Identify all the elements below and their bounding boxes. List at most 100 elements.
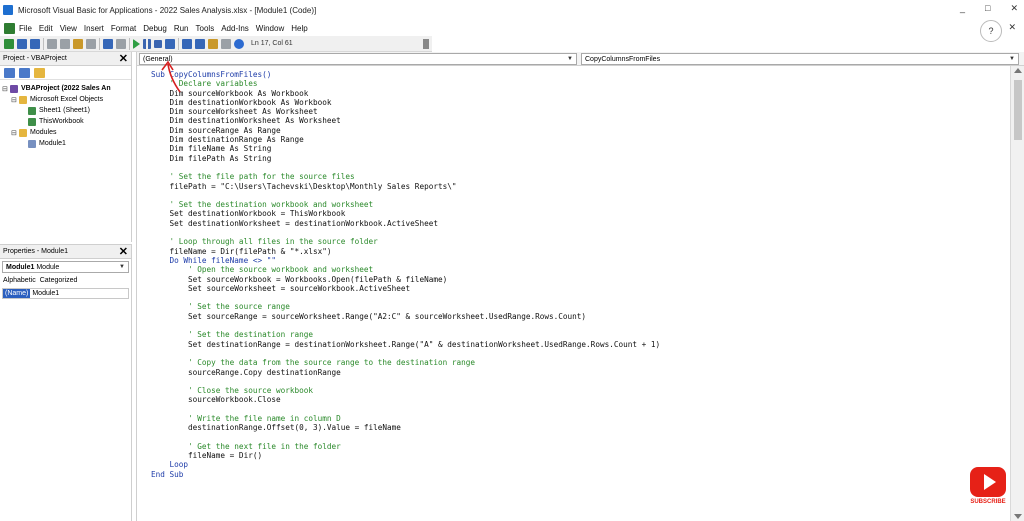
code-line[interactable]: Set sourceWorkbook = Workbooks.Open(file…	[151, 275, 1024, 284]
code-line[interactable]: Dim sourceWorksheet As Worksheet	[151, 107, 1024, 116]
code-line[interactable]	[151, 293, 1024, 302]
code-line[interactable]: ' Set the destination range	[151, 330, 1024, 339]
scroll-down-icon[interactable]	[1014, 514, 1022, 519]
code-line[interactable]	[151, 377, 1024, 386]
tree-item[interactable]: Sheet1 (Sheet1)	[2, 105, 129, 116]
close-icon[interactable]: ✕	[1010, 3, 1018, 14]
menu-format[interactable]: Format	[111, 24, 136, 33]
close-code-window-icon[interactable]: ✕	[1008, 22, 1016, 33]
view-code-icon[interactable]	[4, 67, 15, 78]
tab-categorized[interactable]: Categorized	[40, 277, 78, 284]
scrollbar-thumb[interactable]	[1014, 80, 1022, 140]
code-line[interactable]: Dim fileName As String	[151, 144, 1024, 153]
tab-alphabetic[interactable]: Alphabetic	[3, 277, 36, 284]
code-line[interactable]: Dim destinationRange As Range	[151, 135, 1024, 144]
toggle-folders-icon[interactable]	[34, 67, 45, 78]
code-line[interactable]: Sub CopyColumnsFromFiles()	[151, 70, 1024, 79]
design-mode-icon[interactable]	[165, 38, 175, 49]
tree-item[interactable]: ⊟ Modules	[2, 127, 129, 138]
view-object-icon[interactable]	[19, 67, 30, 78]
menu-addins[interactable]: Add-Ins	[221, 24, 249, 33]
code-line[interactable]	[151, 163, 1024, 172]
code-line[interactable]	[151, 349, 1024, 358]
code-line[interactable]: Loop	[151, 460, 1024, 469]
undo-icon[interactable]	[103, 38, 113, 49]
break-icon[interactable]	[143, 38, 151, 49]
menu-window[interactable]: Window	[256, 24, 284, 33]
code-line[interactable]: Dim sourceWorkbook As Workbook	[151, 89, 1024, 98]
code-line[interactable]: End Sub	[151, 470, 1024, 479]
code-line[interactable]: ' Open the source workbook and worksheet	[151, 265, 1024, 274]
reset-icon[interactable]	[154, 39, 162, 48]
code-line[interactable]: Set destinationRange = destinationWorksh…	[151, 340, 1024, 349]
object-dropdown[interactable]: (General) ▼	[139, 53, 577, 65]
view-excel-icon[interactable]	[4, 38, 14, 49]
code-line[interactable]: fileName = Dir(filePath & "*.xlsx")	[151, 247, 1024, 256]
redo-icon[interactable]	[116, 38, 126, 49]
toolbox-icon[interactable]	[221, 38, 231, 49]
code-line[interactable]: fileName = Dir()	[151, 451, 1024, 460]
code-line[interactable]: destinationRange.Offset(0, 3).Value = fi…	[151, 423, 1024, 432]
tree-expander-icon[interactable]: ⊟	[2, 85, 10, 93]
object-browser-icon[interactable]	[208, 38, 218, 49]
code-line[interactable]	[151, 321, 1024, 330]
code-line[interactable]: ' Set the source range	[151, 302, 1024, 311]
code-line[interactable]: ' Declare variables	[151, 79, 1024, 88]
code-line[interactable]: ' Get the next file in the folder	[151, 442, 1024, 451]
vertical-scrollbar[interactable]	[1010, 66, 1024, 521]
menu-insert[interactable]: Insert	[84, 24, 104, 33]
tree-item[interactable]: ⊟ VBAProject (2022 Sales An	[2, 83, 129, 94]
toolbar-grip[interactable]	[423, 39, 429, 49]
tree-expander-icon[interactable]: ⊟	[11, 129, 19, 137]
save-icon[interactable]	[30, 38, 40, 49]
tree-item[interactable]: ThisWorkbook	[2, 116, 129, 127]
code-line[interactable]: ' Write the file name in column D	[151, 414, 1024, 423]
code-line[interactable]: Set destinationWorksheet = destinationWo…	[151, 219, 1024, 228]
code-line[interactable]: Do While fileName <> ""	[151, 256, 1024, 265]
find-icon[interactable]	[86, 38, 96, 49]
tree-expander-icon[interactable]: ⊟	[11, 96, 19, 104]
cut-icon[interactable]	[47, 38, 57, 49]
excel-icon[interactable]	[4, 22, 15, 34]
menu-file[interactable]: File	[19, 24, 32, 33]
insert-module-icon[interactable]	[17, 38, 27, 49]
code-line[interactable]: Set sourceWorksheet = sourceWorkbook.Act…	[151, 284, 1024, 293]
help-circle-icon[interactable]	[234, 38, 244, 49]
menu-view[interactable]: View	[60, 24, 77, 33]
code-line[interactable]: ' Copy the data from the source range to…	[151, 358, 1024, 367]
property-value[interactable]: Module1	[30, 289, 61, 298]
run-icon[interactable]	[133, 38, 140, 49]
code-line[interactable]: ' Loop through all files in the source f…	[151, 237, 1024, 246]
project-explorer-icon[interactable]	[182, 38, 192, 49]
code-line[interactable]: ' Set the file path for the source files	[151, 172, 1024, 181]
help-icon[interactable]: ?	[980, 20, 1002, 42]
tree-item[interactable]: ⊟ Microsoft Excel Objects	[2, 94, 129, 105]
menu-debug[interactable]: Debug	[143, 24, 167, 33]
code-line[interactable]: Set destinationWorkbook = ThisWorkbook	[151, 209, 1024, 218]
object-select[interactable]: Module1 Module ▼	[2, 261, 129, 273]
code-line[interactable]: sourceRange.Copy destinationRange	[151, 368, 1024, 377]
code-line[interactable]: Dim destinationWorkbook As Workbook	[151, 98, 1024, 107]
scroll-up-icon[interactable]	[1014, 68, 1022, 73]
minimize-icon[interactable]: _	[960, 3, 965, 14]
menu-help[interactable]: Help	[291, 24, 307, 33]
subscribe-badge[interactable]: SUBSCRIBE	[966, 467, 1010, 511]
project-pane-close-icon[interactable]: ✕	[119, 52, 128, 65]
code-line[interactable]: Dim destinationWorksheet As Worksheet	[151, 116, 1024, 125]
code-line[interactable]: Set sourceRange = sourceWorksheet.Range(…	[151, 312, 1024, 321]
code-line[interactable]: sourceWorkbook.Close	[151, 395, 1024, 404]
menu-tools[interactable]: Tools	[196, 24, 215, 33]
tree-item[interactable]: Module1	[2, 138, 129, 149]
code-line[interactable]: filePath = "C:\Users\Tachevski\Desktop\M…	[151, 182, 1024, 191]
code-editor[interactable]: Sub CopyColumnsFromFiles() ' Declare var…	[137, 66, 1024, 479]
code-line[interactable]	[151, 191, 1024, 200]
code-line[interactable]: Dim filePath As String	[151, 154, 1024, 163]
code-line[interactable]: ' Set the destination workbook and works…	[151, 200, 1024, 209]
properties-pane-close-icon[interactable]: ✕	[119, 245, 128, 258]
paste-icon[interactable]	[73, 38, 83, 49]
properties-window-icon[interactable]	[195, 38, 205, 49]
copy-icon[interactable]	[60, 38, 70, 49]
property-row[interactable]: (Name) Module1	[2, 288, 129, 299]
code-line[interactable]	[151, 405, 1024, 414]
code-line[interactable]	[151, 433, 1024, 442]
